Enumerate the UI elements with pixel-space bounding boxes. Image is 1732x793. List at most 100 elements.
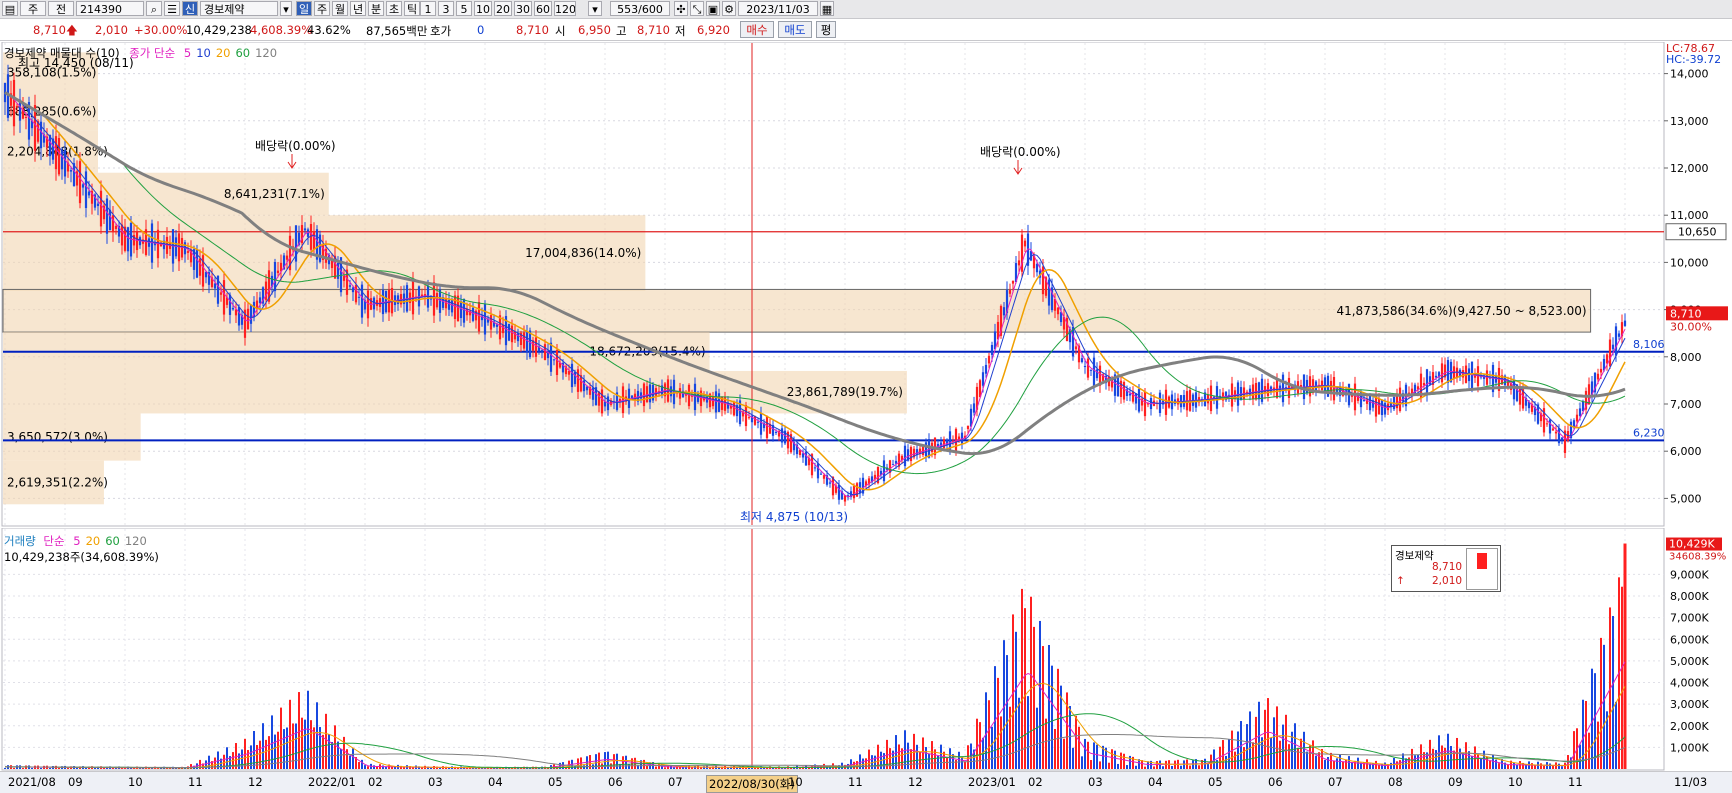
hoga-value: 0: [477, 23, 485, 37]
x-tick-label: 11: [1568, 775, 1583, 789]
save-icon[interactable]: ▣: [706, 1, 720, 16]
draw-icon[interactable]: ⤡: [690, 1, 704, 16]
candle-body: [765, 416, 769, 439]
list-icon[interactable]: ☰: [164, 1, 180, 16]
volume-bar: [334, 725, 336, 769]
volume-bar: [1558, 763, 1560, 769]
volume-bar: [280, 707, 282, 769]
low-label: 저: [675, 24, 686, 38]
candle-body: [15, 105, 19, 108]
volume-bar: [682, 767, 684, 769]
search-icon[interactable]: ⌕: [146, 1, 162, 16]
volume-bar: [358, 762, 360, 769]
jeon-select[interactable]: 전: [48, 1, 74, 16]
period-tab[interactable]: 분: [368, 1, 384, 16]
chevron-down-icon[interactable]: ▾: [588, 1, 602, 16]
volume-bar: [1075, 715, 1077, 769]
eval-button[interactable]: 평: [816, 21, 836, 38]
buy-button[interactable]: 매수: [740, 21, 774, 38]
candle-body: [81, 184, 85, 188]
volume-bar: [1336, 758, 1338, 769]
count-field[interactable]: 553/600: [610, 1, 670, 16]
price-legend: 경보제약 매물대 수(10) 종가 단순 5 10 20 60 120: [4, 45, 277, 61]
volume-bar: [1246, 724, 1248, 769]
chevron-down-icon[interactable]: ▾: [280, 1, 292, 16]
high-price: 8,710: [637, 23, 670, 37]
volume-bar: [364, 765, 366, 769]
volume-bar: [646, 765, 648, 769]
interval-button[interactable]: 20: [494, 1, 512, 16]
period-tab[interactable]: 년: [350, 1, 366, 16]
candle-body: [1425, 369, 1429, 396]
x-tick-label: 12: [248, 775, 263, 789]
volume-bar: [850, 759, 852, 769]
interval-button[interactable]: 120: [554, 1, 576, 16]
volume-bar: [1267, 698, 1269, 769]
candle-body: [549, 342, 553, 372]
tool-icon[interactable]: ✣: [674, 1, 688, 16]
period-tab[interactable]: 일: [296, 1, 312, 16]
x-tick-label: 10: [1508, 775, 1523, 789]
calendar-icon[interactable]: ▦: [820, 1, 834, 16]
volume-bar: [1342, 761, 1344, 769]
volume-bar: [667, 765, 669, 769]
volume-bar: [1081, 756, 1083, 769]
period-tab[interactable]: 초: [386, 1, 402, 16]
candle-body: [513, 331, 517, 340]
volume-bar: [658, 764, 660, 769]
volume-bar: [940, 744, 942, 769]
interval-button[interactable]: 1: [420, 1, 436, 16]
candle-body: [114, 225, 118, 229]
volume-bar: [1354, 760, 1356, 769]
interval-button[interactable]: 5: [456, 1, 472, 16]
dividend-label: 배당락(0.00%): [255, 139, 336, 153]
volume-bar: [1411, 748, 1413, 769]
date-field[interactable]: 2023/11/03: [738, 1, 818, 16]
interval-button[interactable]: 10: [474, 1, 492, 16]
candle-body: [552, 359, 556, 361]
y-tick-label: 12,000: [1670, 162, 1709, 175]
quote-change-pct: +30.00%: [134, 23, 188, 37]
period-tab[interactable]: 틱: [404, 1, 420, 16]
interval-button[interactable]: 30: [514, 1, 532, 16]
candle-body: [1086, 358, 1090, 378]
price-panel-title: 경보제약 매물대 수(10): [4, 46, 120, 60]
y-tick-label: 10,000: [1670, 256, 1709, 269]
volume-profile-label: 17,004,836(14.0%): [525, 246, 641, 260]
price-chart[interactable]: 14,00013,00012,00011,00010,0009,0008,000…: [0, 42, 1732, 528]
interval-button[interactable]: 60: [534, 1, 552, 16]
candle-body: [222, 280, 226, 315]
x-tick-label: 2021/08: [8, 775, 56, 789]
volume-bar: [1477, 753, 1479, 769]
gear-icon[interactable]: ⚙: [722, 1, 736, 16]
volume-bar: [967, 745, 969, 769]
x-tick-label: 08: [1388, 775, 1403, 789]
volume-bar: [1498, 763, 1500, 769]
volume-bar: [1543, 765, 1545, 769]
candle-body: [69, 170, 73, 172]
sell-button[interactable]: 매도: [778, 21, 812, 38]
candle-body: [57, 138, 61, 175]
main-select[interactable]: 주: [20, 1, 46, 16]
volume-bar: [1591, 668, 1593, 769]
volume-bar: [916, 744, 918, 769]
volume-bar: [895, 735, 897, 769]
volume-bar: [655, 766, 657, 769]
candle-body: [1377, 398, 1381, 415]
volume-bar: [67, 767, 69, 769]
volume-bar: [1165, 760, 1167, 769]
period-tab[interactable]: 월: [332, 1, 348, 16]
menu-icon[interactable]: ▤: [2, 1, 18, 16]
volume-bar: [1480, 758, 1482, 769]
volume-bar: [907, 742, 909, 769]
candle-body: [924, 442, 928, 457]
period-tab[interactable]: 주: [314, 1, 330, 16]
volume-bar: [1327, 757, 1329, 769]
interval-button[interactable]: 3: [438, 1, 454, 16]
volume-bar: [1420, 744, 1422, 769]
volume-bar: [1135, 765, 1137, 769]
volume-bar: [1285, 714, 1287, 769]
candle-body: [351, 287, 355, 293]
stock-code-input[interactable]: 214390: [76, 1, 144, 16]
high-label: 고: [616, 24, 627, 38]
